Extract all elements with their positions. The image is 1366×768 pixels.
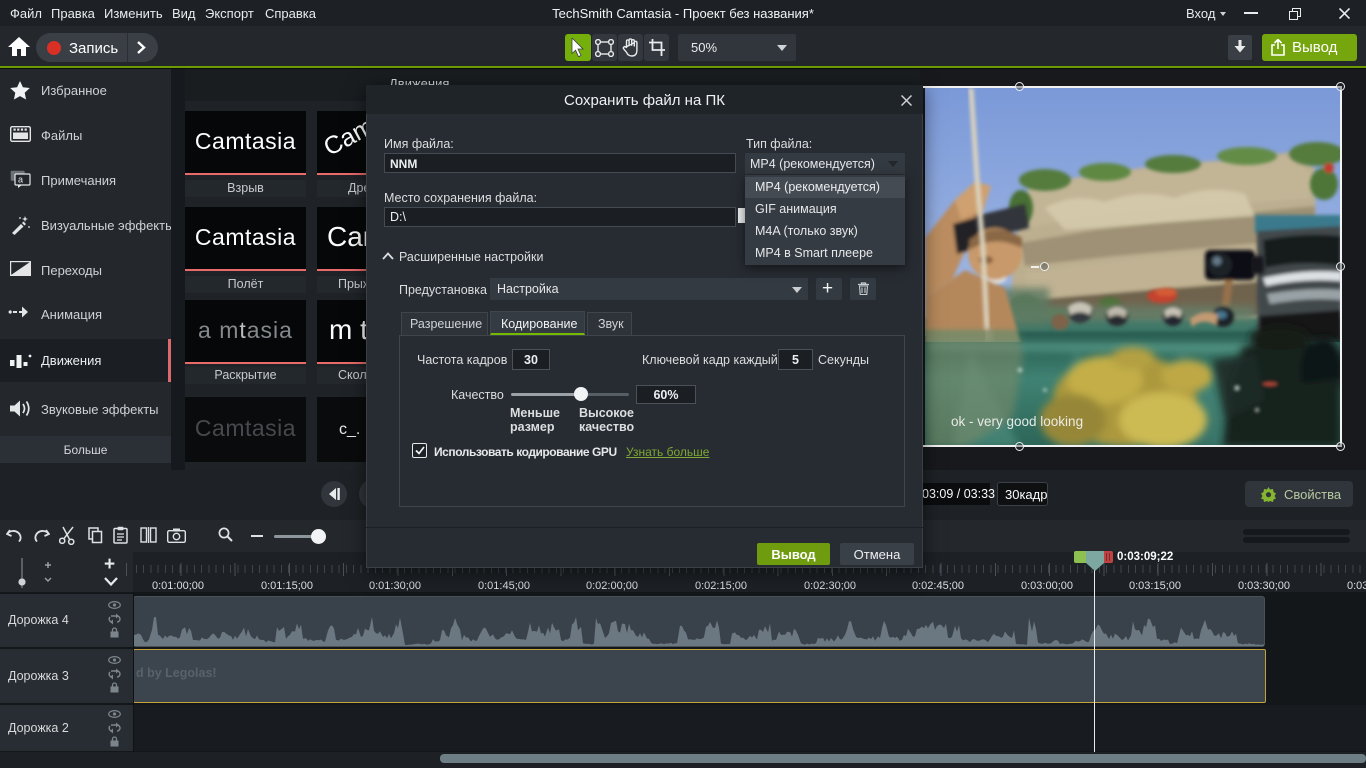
- svg-text:a: a: [18, 175, 23, 185]
